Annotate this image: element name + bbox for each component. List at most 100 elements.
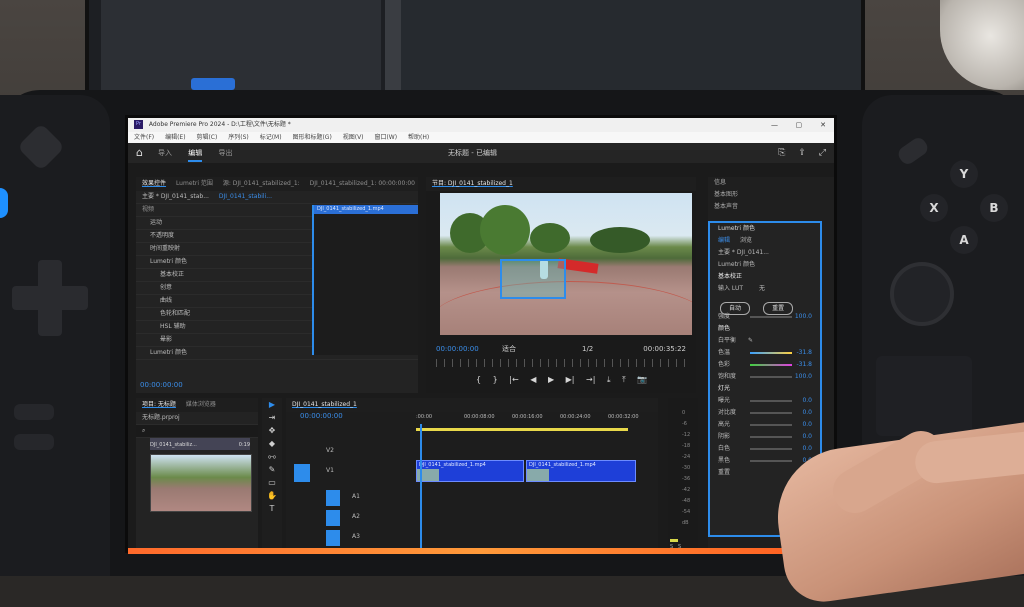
track-select-tool-icon[interactable]: ⇥ [262,411,282,424]
tab-import[interactable]: 导入 [158,149,172,157]
track-a3[interactable]: A3 [292,528,412,546]
white-balance-row[interactable]: 白平衡 ✎ [710,335,820,347]
maximize-button[interactable]: ▢ [788,118,810,132]
panel-essential-sound[interactable]: 基本声音 [708,201,834,213]
minimize-button[interactable]: — [764,118,786,132]
effect-timecode[interactable]: 00:00:00:00 [140,381,183,389]
menu-file[interactable]: 文件(F) [134,134,154,141]
view-button[interactable] [14,404,54,420]
subtab-browse[interactable]: 浏览 [740,237,752,244]
export-frame-icon[interactable]: 📷 [637,375,647,384]
subtab-edit[interactable]: 编辑 [718,237,730,244]
selection-tool-icon[interactable]: ▶ [262,398,282,411]
shadows-row[interactable]: 阴影 0.0 [710,431,820,443]
menu-sequence[interactable]: 序列(S) [228,134,249,141]
hand-tool-icon[interactable]: ✋ [262,489,282,502]
menu-graphics[interactable]: 图形和标题(G) [292,134,331,141]
timeline-clip[interactable]: DJI_0141_stabilized_1.mp4 [526,460,636,482]
menu-help[interactable]: 帮助(H) [408,134,429,141]
lumetri-clip[interactable]: 主要 * DJI_0141... [710,247,820,259]
timeline-clip[interactable]: DJI_0141_stabilized_1.mp4 [416,460,524,482]
tab-effect-controls[interactable]: 效果控件 [142,180,166,187]
light-section-header[interactable]: 灯光 [710,383,820,395]
tab-export[interactable]: 导出 [218,149,232,157]
lumetri-tab[interactable]: Lumetri 颜色 [710,223,820,235]
highlights-row[interactable]: 高光 0.0 [710,419,820,431]
x-button[interactable]: X [920,194,948,222]
razor-tool-icon[interactable]: ◆ [262,437,282,450]
ripple-tool-icon[interactable]: ✥ [262,424,282,437]
lift-button[interactable]: ⤓ [607,375,611,384]
project-search-input[interactable]: ⌕ [136,425,258,438]
tab-project[interactable]: 项目: 无标题 [142,401,176,408]
fit-dropdown[interactable]: 适合 [502,343,516,355]
menu-button[interactable] [14,434,54,450]
quality-dropdown[interactable]: 1/2 [582,343,593,355]
menu-window[interactable]: 窗口(W) [374,134,397,141]
program-scrubber[interactable] [436,359,690,367]
tint-row[interactable]: 色彩 -31.8 [710,359,820,371]
tab-lumetri-scopes[interactable]: Lumetri 范围 [176,180,213,187]
track-a2[interactable]: A2 [292,508,412,526]
source-label: 主要 * DJI_0141_stab... [142,193,209,200]
temperature-row[interactable]: 色温 -31.8 [710,347,820,359]
video-preview[interactable] [440,193,692,335]
project-item[interactable]: DJI_0141_stabiliz... 0:19 [150,442,250,448]
export-icon[interactable]: ⇪ [798,148,806,158]
pen-tool-icon[interactable]: ✎ [262,463,282,476]
tab-source-clip[interactable]: DJI_0141_stabilized_1: 00:00:00:00 [310,180,415,187]
go-to-out-button[interactable]: →| [586,375,595,384]
intensity-row[interactable]: 强度 100.0 [710,311,820,323]
project-file: 无标题.prproj [136,412,258,425]
mark-in-button[interactable]: { [476,375,481,384]
menu-edit[interactable]: 编辑(E) [165,134,185,141]
lut-value[interactable]: 无 [759,285,765,292]
go-to-in-button[interactable]: |← [509,375,518,384]
rectangle-tool-icon[interactable]: ▭ [262,476,282,489]
fullscreen-icon[interactable]: ⤢ [819,148,826,158]
step-forward-button[interactable]: ▶| [566,375,575,384]
timeline-ruler[interactable]: :00:00 00:00:08:00 00:00:16:00 00:00:24:… [416,414,656,426]
playhead[interactable] [420,424,422,548]
mark-out-button[interactable]: } [493,375,498,384]
menu-view[interactable]: 视图(V) [343,134,364,141]
track-v1[interactable]: V1 [292,462,412,480]
input-lut-row[interactable]: 输入 LUT 无 [710,283,820,295]
step-back-button[interactable]: ◀ [530,375,536,384]
slip-tool-icon[interactable]: ⧟ [262,450,282,463]
type-tool-icon[interactable]: T [262,502,282,515]
whites-row[interactable]: 白色 0.0 [710,443,820,455]
track-a1[interactable]: A1 [292,488,412,506]
tab-media-browser[interactable]: 媒体浏览器 [186,401,216,408]
right-thumbstick[interactable] [890,262,954,326]
panel-essential-graphics[interactable]: 基本图形 [708,189,834,201]
color-section-header[interactable]: 颜色 [710,323,820,335]
close-button[interactable]: ✕ [812,118,834,132]
play-button[interactable]: ▶ [548,375,554,384]
exposure-row[interactable]: 曝光 0.0 [710,395,820,407]
saturation-row[interactable]: 饱和度 100.0 [710,371,820,383]
dpad-horizontal[interactable] [12,286,88,310]
menu-markers[interactable]: 标记(M) [260,134,282,141]
tracking-box[interactable] [500,259,566,299]
panel-info[interactable]: 信息 [708,177,834,189]
share-icon[interactable]: ⎘ [778,148,785,158]
work-area-bar[interactable] [416,428,628,431]
source-selector[interactable]: 主要 * DJI_0141_stab... DJI_0141_stabili..… [136,191,418,204]
tab-source[interactable]: 源: DJI_0141_stabilized_1: [223,180,300,187]
contrast-row[interactable]: 对比度 0.0 [710,407,820,419]
extract-button[interactable]: ⤒ [622,375,626,384]
menu-clip[interactable]: 剪辑(C) [196,134,217,141]
track-v2[interactable]: V2 [292,442,412,460]
basic-correction-header[interactable]: 基本校正 [710,271,820,283]
b-button[interactable]: B [980,194,1008,222]
clip-thumbnail[interactable] [150,454,252,512]
eyedropper-icon[interactable]: ✎ [748,337,753,344]
program-timecode[interactable]: 00:00:00:00 [436,343,479,355]
y-button[interactable]: Y [950,160,978,188]
home-icon[interactable]: ⌂ [136,143,143,163]
tab-edit[interactable]: 编辑 [188,149,203,162]
touchpad[interactable] [876,356,972,436]
timeline-timecode[interactable]: 00:00:00:00 [300,412,343,420]
a-button[interactable]: A [950,226,978,254]
